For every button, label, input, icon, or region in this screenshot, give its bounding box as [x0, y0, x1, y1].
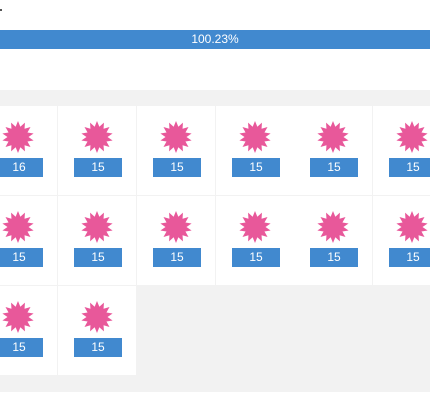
starburst-icon: [2, 121, 34, 153]
badge-grid-panel: 16 15 15 15 15 15 15 15 15 15 15 15 15 15: [0, 90, 430, 392]
grid-cell[interactable]: 15: [58, 196, 136, 285]
progress-label: 100.23%: [191, 32, 239, 46]
count-label: 15: [153, 248, 201, 267]
count-label: 15: [74, 338, 122, 357]
count-label: 15: [232, 158, 280, 177]
count-label: 15: [310, 158, 358, 177]
starburst-icon: [2, 211, 34, 243]
grid-cell[interactable]: 15: [137, 196, 215, 285]
count-label: 15: [389, 248, 430, 267]
starburst-icon: [160, 211, 192, 243]
grid-cell[interactable]: 15: [294, 106, 372, 195]
page-frame: 100.23% 16 15 15 15 15 15 15 15 15 15 15 15 15 15: [0, 0, 430, 400]
count-label: 15: [74, 248, 122, 267]
starburst-icon: [2, 301, 34, 333]
count-label: 15: [74, 158, 122, 177]
count-label: 15: [389, 158, 430, 177]
grid-cell[interactable]: 15: [216, 196, 294, 285]
starburst-icon: [396, 211, 428, 243]
starburst-icon: [81, 301, 113, 333]
count-label: 15: [310, 248, 358, 267]
grid-cell[interactable]: 15: [294, 196, 372, 285]
starburst-icon: [81, 121, 113, 153]
starburst-icon: [396, 121, 428, 153]
progress-fill: 100.23%: [0, 30, 430, 49]
count-label: 15: [232, 248, 280, 267]
starburst-icon: [239, 121, 271, 153]
grid-cell[interactable]: 15: [137, 106, 215, 195]
grid-cell[interactable]: 16: [0, 106, 57, 195]
badge-grid: 16 15 15 15 15 15 15 15 15 15 15 15 15 15: [0, 106, 430, 376]
starburst-icon: [317, 211, 349, 243]
count-label: 15: [0, 248, 43, 267]
starburst-icon: [160, 121, 192, 153]
starburst-icon: [239, 211, 271, 243]
count-label: 15: [0, 338, 43, 357]
grid-cell[interactable]: 15: [0, 286, 57, 375]
count-label: 16: [0, 158, 43, 177]
grid-cell[interactable]: 15: [0, 196, 57, 285]
grid-cell[interactable]: 15: [216, 106, 294, 195]
progress-bar: 100.23%: [0, 30, 430, 49]
grid-cell[interactable]: 15: [58, 106, 136, 195]
starburst-icon: [317, 121, 349, 153]
grid-cell[interactable]: 15: [373, 106, 430, 195]
grid-cell[interactable]: 15: [58, 286, 136, 375]
starburst-icon: [81, 211, 113, 243]
count-label: 15: [153, 158, 201, 177]
grid-cell[interactable]: 15: [373, 196, 430, 285]
top-left-fragment: [0, 0, 3, 20]
